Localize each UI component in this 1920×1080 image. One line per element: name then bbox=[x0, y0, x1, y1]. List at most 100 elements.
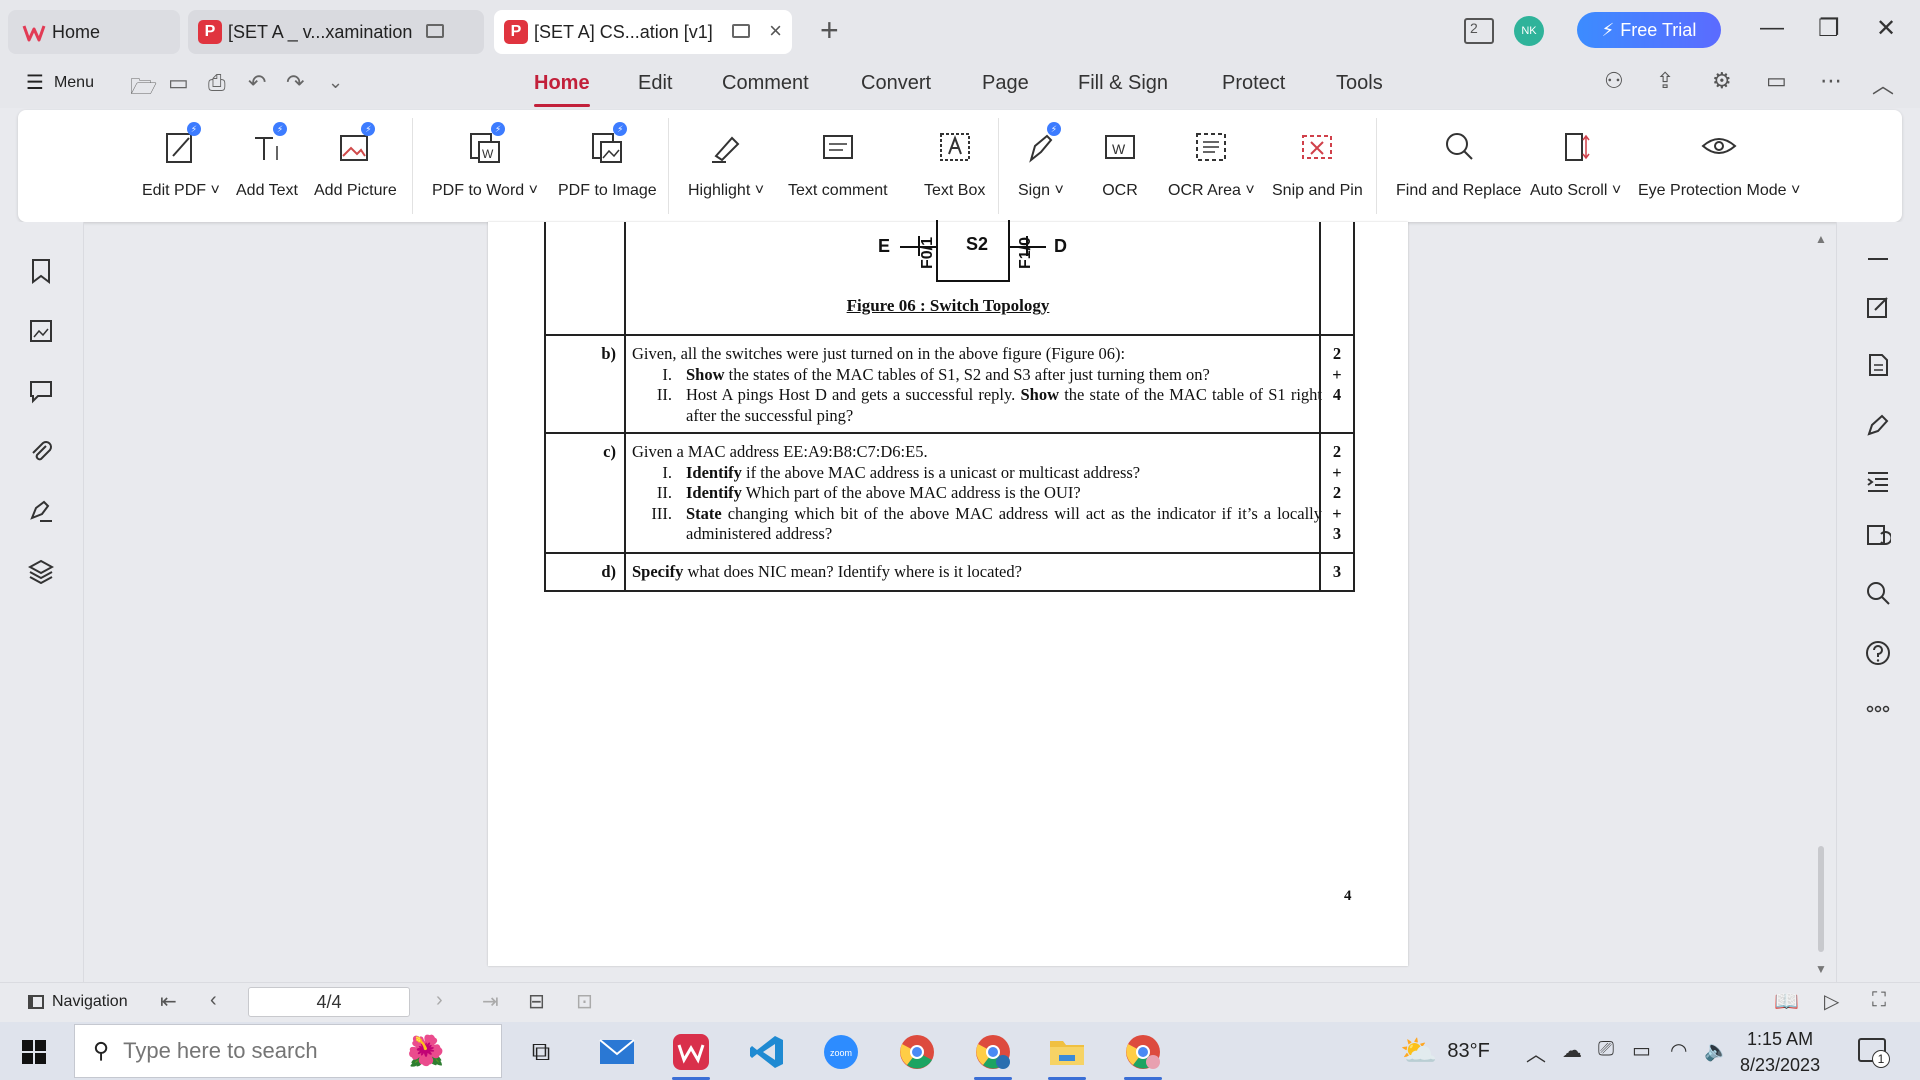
vscode-app-icon[interactable] bbox=[740, 1028, 794, 1076]
highlight-button[interactable]: Highlight ˅ bbox=[688, 122, 764, 212]
restore-icon[interactable]: ❐ bbox=[1818, 14, 1840, 43]
save-icon[interactable]: ▭ bbox=[168, 70, 189, 96]
first-page-icon[interactable]: ⇤ bbox=[160, 989, 177, 1014]
tab-menu-tools[interactable]: Tools bbox=[1336, 72, 1383, 95]
redo-icon[interactable]: ↷ bbox=[286, 70, 304, 96]
collapse-ribbon-icon[interactable]: ︿ bbox=[1872, 68, 1894, 100]
zoom-app-icon[interactable]: zoom bbox=[814, 1028, 868, 1076]
close-tab-icon[interactable]: × bbox=[769, 20, 782, 42]
layers-icon[interactable] bbox=[28, 558, 54, 584]
ocr-button[interactable]: W OCR bbox=[1100, 122, 1140, 212]
attachment-icon[interactable] bbox=[28, 438, 54, 464]
close-window-icon[interactable]: ✕ bbox=[1876, 14, 1896, 43]
translate-icon[interactable] bbox=[1865, 522, 1891, 548]
more-options-icon[interactable]: ⋯ bbox=[1820, 68, 1842, 94]
open-folder-icon[interactable]: 🗁 bbox=[130, 70, 157, 108]
windows-start-icon[interactable] bbox=[22, 1040, 46, 1064]
tab-menu-edit[interactable]: Edit bbox=[638, 72, 672, 95]
volume-icon[interactable]: 🔈 bbox=[1704, 1038, 1729, 1063]
onedrive-icon[interactable]: ☁ bbox=[1562, 1038, 1582, 1063]
wps-office-app-icon[interactable] bbox=[664, 1028, 718, 1080]
taskbar-search[interactable]: ⚲ 🌺 bbox=[74, 1024, 502, 1078]
free-trial-button[interactable]: ⚡ Free Trial bbox=[1577, 12, 1721, 48]
monitor-icon[interactable] bbox=[426, 24, 444, 38]
text-comment-button[interactable]: Text comment bbox=[788, 122, 888, 212]
share-user-icon[interactable]: ⚇ bbox=[1604, 68, 1624, 94]
chrome-app-icon[interactable] bbox=[890, 1028, 944, 1076]
navigation-toggle[interactable]: Navigation bbox=[28, 993, 128, 1011]
scroll-up-arrow[interactable]: ▲ bbox=[1815, 232, 1827, 246]
document-icon[interactable] bbox=[1865, 352, 1891, 378]
text-box-button[interactable]: Text Box bbox=[924, 122, 985, 212]
snip-and-pin-button[interactable]: Snip and Pin bbox=[1272, 122, 1363, 212]
edit-icon[interactable] bbox=[1865, 294, 1891, 320]
bookmark-icon[interactable] bbox=[28, 258, 54, 284]
fit-right-icon[interactable]: ⊡ bbox=[576, 989, 593, 1014]
tab-menu-home[interactable]: Home bbox=[534, 72, 590, 95]
signature-icon[interactable] bbox=[28, 498, 54, 524]
add-text-button[interactable]: ⚡ Add Text bbox=[236, 122, 298, 212]
taskbar-search-input[interactable] bbox=[123, 1038, 384, 1064]
more-tools-icon[interactable] bbox=[1865, 696, 1891, 722]
export-icon[interactable]: ⇪ bbox=[1656, 68, 1674, 94]
tray-chevron-up-icon[interactable]: ︿ bbox=[1526, 1038, 1546, 1067]
chevron-down-icon[interactable]: ⌄ bbox=[328, 72, 343, 93]
wifi-icon[interactable]: ◠ bbox=[1670, 1038, 1687, 1063]
edit-pdf-button[interactable]: ⚡ Edit PDF ˅ bbox=[142, 122, 220, 212]
comment-panel-icon[interactable]: ▭ bbox=[1766, 68, 1787, 94]
reading-mode-icon[interactable]: 📖 bbox=[1774, 989, 1799, 1014]
tab-document-1[interactable]: P [SET A _ v...xamination bbox=[188, 10, 484, 54]
help-icon[interactable] bbox=[1865, 640, 1891, 666]
chrome-secondary-app-icon[interactable] bbox=[1116, 1028, 1170, 1080]
thumbnail-icon[interactable] bbox=[28, 318, 54, 344]
scroll-down-arrow[interactable]: ▼ bbox=[1815, 962, 1827, 976]
file-explorer-app-icon[interactable] bbox=[1040, 1028, 1094, 1080]
fit-left-icon[interactable]: ⊟ bbox=[528, 989, 545, 1014]
comment-icon[interactable] bbox=[28, 378, 54, 404]
new-tab-button[interactable]: + bbox=[820, 14, 839, 46]
add-picture-button[interactable]: ⚡ Add Picture bbox=[314, 122, 397, 212]
mail-app-icon[interactable] bbox=[590, 1028, 644, 1076]
tab-menu-comment[interactable]: Comment bbox=[722, 72, 809, 95]
undo-icon[interactable]: ↶ bbox=[248, 70, 266, 96]
weather-widget[interactable]: ⛅ 83°F bbox=[1400, 1034, 1490, 1069]
minus-icon[interactable] bbox=[1865, 246, 1891, 272]
print-icon[interactable]: ⎙ bbox=[208, 70, 226, 96]
menu-button[interactable]: ☰ Menu bbox=[26, 70, 94, 95]
taskbar-clock[interactable]: 1:15 AM 8/23/2023 bbox=[1740, 1026, 1820, 1078]
tab-document-2[interactable]: P [SET A] CS...ation [v1] × bbox=[494, 10, 792, 54]
search-icon[interactable] bbox=[1865, 580, 1891, 606]
ocr-area-button[interactable]: OCR Area ˅ bbox=[1168, 122, 1255, 212]
last-page-icon[interactable]: ⇥ bbox=[482, 989, 499, 1014]
settings-icon[interactable]: ⚙ bbox=[1712, 68, 1732, 94]
auto-scroll-button[interactable]: Auto Scroll ˅ bbox=[1530, 122, 1621, 212]
sign-button[interactable]: ⚡ Sign ˅ bbox=[1018, 122, 1064, 212]
chrome-profile-app-icon[interactable] bbox=[966, 1028, 1020, 1080]
monitor-icon[interactable] bbox=[732, 24, 750, 38]
play-icon[interactable]: ▷ bbox=[1824, 989, 1839, 1014]
tab-menu-convert[interactable]: Convert bbox=[861, 72, 931, 95]
fullscreen-icon[interactable]: ⛶ bbox=[1872, 989, 1886, 1012]
tab-menu-fill-sign[interactable]: Fill & Sign bbox=[1078, 72, 1168, 95]
avatar[interactable]: NK bbox=[1514, 16, 1544, 46]
previous-page-icon[interactable]: ‹ bbox=[210, 989, 217, 1012]
tab-home[interactable]: Home bbox=[8, 10, 180, 54]
sub-question: II. Identify Which part of the above MAC … bbox=[656, 483, 1081, 502]
tab-menu-page[interactable]: Page bbox=[982, 72, 1029, 95]
vertical-scrollbar-thumb[interactable] bbox=[1818, 846, 1824, 952]
page-number-input[interactable]: 4/4 bbox=[248, 987, 410, 1017]
eye-protection-button[interactable]: Eye Protection Mode ˅ bbox=[1638, 122, 1800, 212]
find-and-replace-button[interactable]: Find and Replace bbox=[1396, 122, 1521, 212]
meet-now-icon[interactable]: ⎚ bbox=[1598, 1038, 1614, 1061]
task-view-icon[interactable]: ⧉ bbox=[514, 1028, 568, 1076]
tab-menu-protect[interactable]: Protect bbox=[1222, 72, 1285, 95]
pdf-to-word-button[interactable]: W ⚡ PDF to Word ˅ bbox=[432, 122, 538, 212]
pen-icon[interactable] bbox=[1865, 412, 1891, 438]
next-page-icon[interactable]: › bbox=[436, 989, 443, 1012]
page-number: 4 bbox=[1344, 888, 1352, 904]
minimize-icon[interactable]: — bbox=[1760, 14, 1784, 42]
text-align-icon[interactable] bbox=[1865, 468, 1891, 494]
window-count-icon[interactable]: 2 bbox=[1464, 18, 1494, 44]
pdf-to-image-button[interactable]: ⚡ PDF to Image bbox=[558, 122, 657, 212]
battery-icon[interactable]: ▭ bbox=[1632, 1038, 1651, 1063]
